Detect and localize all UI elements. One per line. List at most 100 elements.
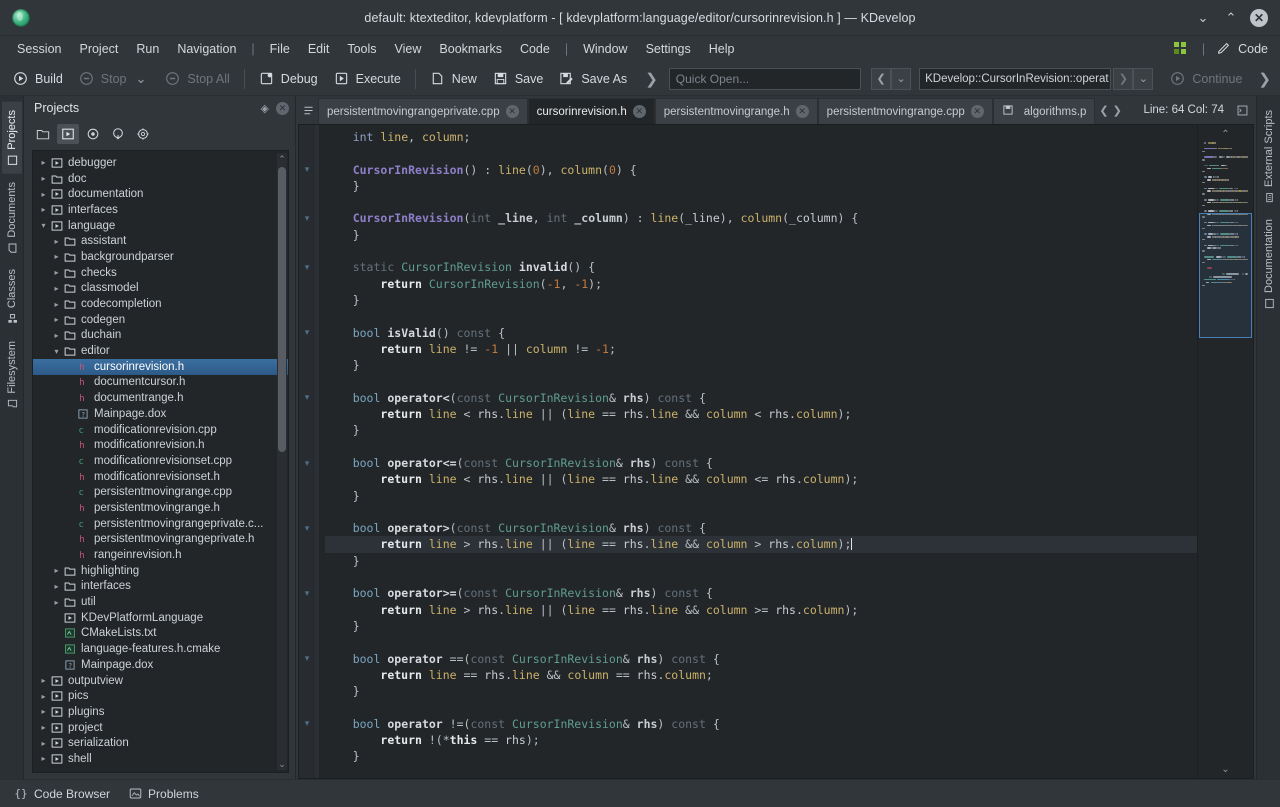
chevron-right-icon[interactable]: ▸ bbox=[50, 315, 63, 324]
tree-item[interactable]: ·hmodificationrevisionset.h bbox=[33, 469, 288, 485]
execute-button[interactable]: Execute bbox=[327, 67, 408, 91]
code-line[interactable] bbox=[325, 699, 1197, 715]
code-line[interactable]: } bbox=[325, 488, 1197, 504]
menu-item-code[interactable]: Code bbox=[511, 39, 559, 59]
tree-item[interactable]: ▸codegen bbox=[33, 312, 288, 328]
tab-close-icon[interactable]: ✕ bbox=[796, 105, 809, 118]
code-line[interactable]: return line != -1 || column != -1; bbox=[325, 341, 1197, 357]
tree-item[interactable]: ▸shell bbox=[33, 751, 288, 767]
open-project-icon[interactable] bbox=[32, 124, 54, 144]
chevron-right-icon[interactable]: ▸ bbox=[50, 598, 63, 607]
toolbar-overflow-2-icon[interactable]: ❯ bbox=[1255, 70, 1274, 88]
tree-item[interactable]: ·hcursorinrevision.h bbox=[33, 359, 288, 375]
chevron-right-icon[interactable]: ▸ bbox=[37, 158, 50, 167]
code-text[interactable]: int line, column; CursorInRevision() : l… bbox=[319, 125, 1197, 778]
code-line[interactable]: } bbox=[325, 292, 1197, 308]
float-icon[interactable]: ◈ bbox=[261, 102, 269, 115]
chevron-down-icon[interactable]: ▾ bbox=[50, 347, 63, 356]
tree-item[interactable]: ▸classmodel bbox=[33, 281, 288, 297]
code-line[interactable] bbox=[325, 194, 1197, 210]
toolbar-overflow-icon[interactable]: ❯ bbox=[642, 70, 661, 88]
right-tab-external-scripts[interactable]: External Scripts bbox=[1259, 102, 1279, 211]
menu-item-window[interactable]: Window bbox=[574, 39, 636, 59]
left-tab-documents[interactable]: Documents bbox=[2, 174, 22, 262]
code-line[interactable] bbox=[325, 765, 1197, 778]
configure-icon[interactable] bbox=[132, 124, 154, 144]
code-line[interactable] bbox=[325, 243, 1197, 259]
tree-item[interactable]: ·hpersistentmovingrangeprivate.h bbox=[33, 532, 288, 548]
chevron-right-icon[interactable]: ▸ bbox=[37, 692, 50, 701]
tree-item[interactable]: ▸interfaces bbox=[33, 579, 288, 595]
tree-item[interactable]: ·cpersistentmovingrange.cpp bbox=[33, 484, 288, 500]
minimap-scroll-up-icon[interactable]: ⌃ bbox=[1198, 127, 1253, 141]
tree-item[interactable]: ▸checks bbox=[33, 265, 288, 281]
tree-item[interactable]: ▸serialization bbox=[33, 735, 288, 751]
fold-marker-icon[interactable]: ▾ bbox=[302, 214, 312, 224]
tree-item[interactable]: ▸debugger bbox=[33, 155, 288, 171]
code-folding-gutter[interactable]: ▾▾▾▾▾▾▾▾▾▾▾▾ bbox=[299, 125, 315, 778]
code-line[interactable]: return line > rhs.line || (line == rhs.l… bbox=[325, 536, 1197, 552]
code-line[interactable]: } bbox=[325, 683, 1197, 699]
code-line[interactable]: bool operator !=(const CursorInRevision&… bbox=[325, 716, 1197, 732]
right-tab-documentation[interactable]: Documentation bbox=[1259, 211, 1279, 317]
tree-item[interactable]: ·hdocumentcursor.h bbox=[33, 375, 288, 391]
code-line[interactable]: return CursorInRevision(-1, -1); bbox=[325, 276, 1197, 292]
chevron-right-icon[interactable]: ▸ bbox=[37, 754, 50, 763]
tree-item[interactable]: ·hdocumentrange.h bbox=[33, 390, 288, 406]
build-button[interactable]: Build bbox=[6, 67, 70, 91]
tree-item[interactable]: ▸documentation bbox=[33, 186, 288, 202]
tree-item[interactable]: ▸outputview bbox=[33, 673, 288, 689]
fold-marker-icon[interactable]: ▾ bbox=[302, 328, 312, 338]
close-icon[interactable]: ✕ bbox=[1250, 9, 1268, 27]
menu-item-view[interactable]: View bbox=[386, 39, 431, 59]
tree-item[interactable]: ·hpersistentmovingrange.h bbox=[33, 500, 288, 516]
code-editor[interactable]: ▾▾▾▾▾▾▾▾▾▾▾▾ int line, column; CursorInR… bbox=[298, 124, 1254, 779]
chevron-down-icon[interactable]: ▾ bbox=[37, 221, 50, 230]
menu-item-run[interactable]: Run bbox=[127, 39, 168, 59]
new-button[interactable]: New bbox=[423, 67, 484, 91]
tree-item[interactable]: ·hrangeinrevision.h bbox=[33, 547, 288, 563]
tree-item[interactable]: ▾language bbox=[33, 218, 288, 234]
code-line[interactable]: bool operator<(const CursorInRevision& r… bbox=[325, 390, 1197, 406]
code-line[interactable]: CursorInRevision() : line(0), column(0) … bbox=[325, 162, 1197, 178]
tab-close-icon[interactable]: ✕ bbox=[506, 105, 519, 118]
quick-open-input[interactable]: Quick Open... bbox=[669, 68, 861, 90]
code-line[interactable]: bool operator ==(const CursorInRevision&… bbox=[325, 651, 1197, 667]
tree-item[interactable]: ▾editor bbox=[33, 343, 288, 359]
code-line[interactable]: static CursorInRevision invalid() { bbox=[325, 259, 1197, 275]
tree-item[interactable]: ▸interfaces bbox=[33, 202, 288, 218]
code-line[interactable]: int line, column; bbox=[325, 129, 1197, 145]
project-tree-scrollbar[interactable]: ⌃ ⌄ bbox=[277, 153, 287, 770]
chevron-right-icon[interactable]: ▸ bbox=[50, 268, 63, 277]
save-as-button[interactable]: Save As bbox=[552, 67, 634, 91]
context-forward-dropdown[interactable]: ⌄ bbox=[1133, 68, 1153, 90]
tab-list-icon[interactable] bbox=[298, 96, 318, 124]
code-line[interactable]: return line < rhs.line || (line == rhs.l… bbox=[325, 471, 1197, 487]
menu-item-file[interactable]: File bbox=[261, 39, 299, 59]
document-tab[interactable]: cursorinrevision.h✕ bbox=[528, 98, 655, 124]
chevron-right-icon[interactable]: ▸ bbox=[37, 174, 50, 183]
maximize-icon[interactable]: ⌃ bbox=[1222, 9, 1240, 27]
document-tab[interactable]: algorithms.p bbox=[993, 98, 1096, 124]
project-tree[interactable]: ▸debugger▸doc▸documentation▸interfaces▾l… bbox=[32, 150, 289, 773]
code-line[interactable]: } bbox=[325, 618, 1197, 634]
fold-marker-icon[interactable]: ▾ bbox=[302, 458, 312, 468]
code-line[interactable]: return line > rhs.line || (line == rhs.l… bbox=[325, 602, 1197, 618]
statusbar-item-code-browser[interactable]: {}Code Browser bbox=[14, 787, 110, 801]
tree-item[interactable]: ▸project bbox=[33, 720, 288, 736]
save-button[interactable]: Save bbox=[486, 67, 551, 91]
chevron-right-icon[interactable]: ▸ bbox=[50, 566, 63, 575]
tab-close-icon[interactable]: ✕ bbox=[971, 105, 984, 118]
chevron-right-icon[interactable]: ▸ bbox=[50, 252, 63, 261]
fold-marker-icon[interactable]: ▾ bbox=[302, 523, 312, 533]
code-line[interactable]: } bbox=[325, 178, 1197, 194]
chevron-right-icon[interactable]: ▸ bbox=[37, 739, 50, 748]
tree-item[interactable]: ▸backgroundparser bbox=[33, 249, 288, 265]
chevron-right-icon[interactable]: ▸ bbox=[37, 676, 50, 685]
tree-item[interactable]: ·hmodificationrevision.h bbox=[33, 437, 288, 453]
left-tab-projects[interactable]: Projects bbox=[2, 102, 22, 174]
code-line[interactable] bbox=[325, 504, 1197, 520]
code-line[interactable]: CursorInRevision(int _line, int _column)… bbox=[325, 210, 1197, 226]
code-line[interactable]: bool operator>=(const CursorInRevision& … bbox=[325, 585, 1197, 601]
chevron-right-icon[interactable]: ▸ bbox=[50, 237, 63, 246]
